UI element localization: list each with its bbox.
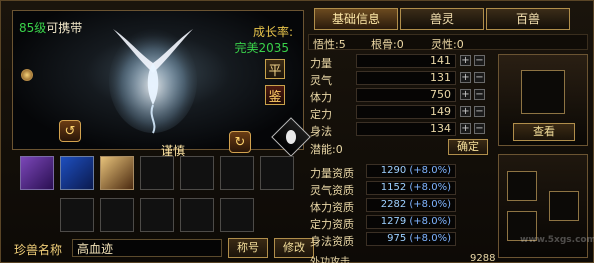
carry-text: 可携带 <box>46 21 83 35</box>
aptitude-row: 定力资质 1279 (+8.0%) <box>310 215 490 231</box>
info-tabs: 基础信息 兽灵 百兽 <box>306 8 588 32</box>
attack-value: 9288 <box>470 253 496 263</box>
potential-label: 潜能:0 <box>310 143 343 156</box>
tab-beast-soul[interactable]: 兽灵 <box>400 8 484 30</box>
minus-button[interactable]: − <box>474 55 485 66</box>
pet-slot-5[interactable] <box>180 156 214 190</box>
pet-name-label: 珍兽名称 <box>14 243 63 257</box>
stat-row-strength: 力量 141 + − <box>310 54 490 70</box>
pet-model-image <box>109 29 197 134</box>
plus-button[interactable]: + <box>460 123 471 134</box>
pet-portrait: 85级可携带 成长率: 完美2035 平 鉴 ↺ 谨慎 ↻ <box>12 10 311 158</box>
aptitude-pct: (+8.0%) <box>409 165 451 176</box>
aptitude-label: 灵气资质 <box>310 184 354 197</box>
stat-value: 134 <box>356 122 456 136</box>
aptitude-value: 1152 (+8.0%) <box>366 181 456 195</box>
stat-label: 定力 <box>310 108 332 121</box>
stat-value: 131 <box>356 71 456 85</box>
aptitude-number: 975 <box>387 233 407 244</box>
rotate-right-icon[interactable]: ↻ <box>229 131 251 153</box>
aptitude-value: 2282 (+8.0%) <box>366 198 456 212</box>
pet-slot-11[interactable] <box>180 198 214 232</box>
plus-button[interactable]: + <box>460 72 471 83</box>
pet-slot-6[interactable] <box>220 156 254 190</box>
stat-row-agility: 身法 134 + − <box>310 122 490 138</box>
stat-label: 身法 <box>310 125 332 138</box>
rotate-left-icon[interactable]: ↺ <box>59 120 81 142</box>
growth-title: 成长率: <box>252 25 293 39</box>
stat-value: 750 <box>356 88 456 102</box>
pet-slot-2[interactable] <box>60 156 94 190</box>
pet-slot-3[interactable] <box>100 156 134 190</box>
pet-slot-1[interactable] <box>20 156 54 190</box>
pet-slot-10[interactable] <box>140 198 174 232</box>
aptitude-pct: (+8.0%) <box>409 182 451 193</box>
aptitude-pct: (+8.0%) <box>409 233 451 244</box>
pet-slot-8[interactable] <box>60 198 94 232</box>
growth-value: 完美2035 <box>234 41 289 55</box>
title-button[interactable]: 称号 <box>228 238 268 258</box>
aptitude-row: 身法资质 975 (+8.0%) <box>310 232 490 248</box>
rename-button[interactable]: 修改 <box>274 238 314 258</box>
lingxing-stat: 灵性:0 <box>431 38 464 51</box>
stat-row-spirit: 灵气 131 + − <box>310 71 490 87</box>
plus-button[interactable]: + <box>460 106 471 117</box>
minus-button[interactable]: − <box>474 106 485 117</box>
pet-slot-9[interactable] <box>100 198 134 232</box>
aptitude-number: 1290 <box>380 165 407 176</box>
tab-hundred-beasts[interactable]: 百兽 <box>486 8 570 30</box>
aptitude-label: 力量资质 <box>310 167 354 180</box>
aptitude-value: 1279 (+8.0%) <box>366 215 456 229</box>
rank-badge-icon <box>21 69 33 81</box>
equipment-slot[interactable] <box>521 70 565 114</box>
aptitude-pct: (+8.0%) <box>409 216 451 227</box>
plus-button[interactable]: + <box>460 55 471 66</box>
aptitude-row: 灵气资质 1152 (+8.0%) <box>310 181 490 197</box>
stat-label: 体力 <box>310 91 332 104</box>
attack-label: 外功攻击 <box>310 257 350 263</box>
minus-button[interactable]: − <box>474 89 485 100</box>
ping-button[interactable]: 平 <box>265 59 285 79</box>
aptitude-value: 1290 (+8.0%) <box>366 164 456 178</box>
pet-name-row: 珍兽名称 高血迹 称号 修改 <box>14 238 314 258</box>
aptitude-label: 体力资质 <box>310 201 354 214</box>
aptitude-value: 975 (+8.0%) <box>366 232 456 246</box>
confirm-button[interactable]: 确定 <box>448 139 488 155</box>
stat-label: 灵气 <box>310 74 332 87</box>
aptitude-pct: (+8.0%) <box>409 199 451 210</box>
level-label: 85级可携带 <box>19 19 82 36</box>
jian-button[interactable]: 鉴 <box>265 85 285 105</box>
stat-label: 力量 <box>310 57 332 70</box>
aptitude-row: 体力资质 2282 (+8.0%) <box>310 198 490 214</box>
minus-button[interactable]: − <box>474 123 485 134</box>
aptitude-summary: 悟性:5 根骨:0 灵性:0 <box>308 34 588 51</box>
aptitude-number: 1152 <box>380 182 407 193</box>
tab-basic-info[interactable]: 基础信息 <box>314 8 398 30</box>
stat-value: 141 <box>356 54 456 68</box>
stat-row-vitality: 体力 750 + − <box>310 88 490 104</box>
stat-value: 149 <box>356 105 456 119</box>
wuxing-stat: 悟性:5 <box>313 38 346 51</box>
level-text: 85级 <box>19 21 47 35</box>
skill-slot[interactable] <box>507 171 537 201</box>
gengu-stat: 根骨:0 <box>371 38 404 51</box>
stat-row-focus: 定力 149 + − <box>310 105 490 121</box>
pet-slot-12[interactable] <box>220 198 254 232</box>
minus-button[interactable]: − <box>474 72 485 83</box>
view-button[interactable]: 查看 <box>513 123 575 141</box>
aptitude-row: 力量资质 1290 (+8.0%) <box>310 164 490 180</box>
plus-button[interactable]: + <box>460 89 471 100</box>
aptitude-number: 1279 <box>380 216 407 227</box>
watermark: www.5xgs.com <box>520 235 594 245</box>
equipment-panel: 查看 <box>498 54 588 146</box>
skill-slot[interactable] <box>549 191 579 221</box>
aptitude-label: 身法资质 <box>310 235 354 248</box>
pet-slot-7[interactable] <box>260 156 294 190</box>
pet-slot-4[interactable] <box>140 156 174 190</box>
aptitude-number: 2282 <box>380 199 407 210</box>
aptitude-label: 定力资质 <box>310 218 354 231</box>
pet-name-field[interactable]: 高血迹 <box>72 239 222 257</box>
